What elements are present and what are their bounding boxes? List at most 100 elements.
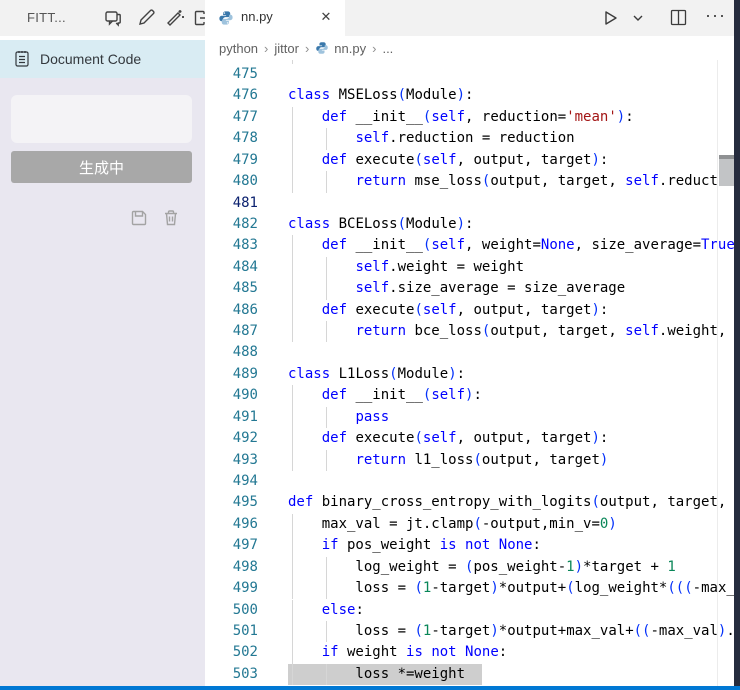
scrollbar-track bbox=[717, 60, 718, 686]
line-number: 497 bbox=[205, 535, 258, 556]
chevron-right-icon: › bbox=[264, 41, 268, 56]
code-line[interactable]: 478 self.reduction = reduction bbox=[205, 128, 734, 149]
edit-pencil-icon[interactable] bbox=[136, 8, 156, 28]
line-number: 498 bbox=[205, 557, 258, 578]
code-text: self.reduction = reduction bbox=[288, 128, 575, 149]
code-line[interactable]: 486 def execute(self, output, target): bbox=[205, 300, 734, 321]
code-line[interactable]: 497 if pos_weight is not None: bbox=[205, 535, 734, 556]
python-file-icon bbox=[218, 10, 234, 26]
code-text: return mse_loss(output, target, self.red… bbox=[288, 171, 734, 192]
code-line[interactable]: 477 def __init__(self, reduction='mean')… bbox=[205, 107, 734, 128]
code-line[interactable]: 496 max_val = jt.clamp(-output,min_v=0) bbox=[205, 514, 734, 535]
line-number: 483 bbox=[205, 235, 258, 256]
line-number: 490 bbox=[205, 385, 258, 406]
code-text: class MSELoss(Module): bbox=[288, 85, 473, 106]
editor-header: FITT... bbox=[0, 0, 740, 36]
code-text: else: bbox=[288, 600, 364, 621]
line-number: 500 bbox=[205, 600, 258, 621]
code-line[interactable]: 501 loss = (1-target)*output+max_val+((-… bbox=[205, 621, 734, 642]
code-text: loss = (1-target)*output+(log_weight*(((… bbox=[288, 578, 734, 599]
code-text: log_weight = (pos_weight-1)*target + 1 bbox=[288, 557, 676, 578]
code-line[interactable]: 493 return l1_loss(output, target) bbox=[205, 450, 734, 471]
code-line[interactable]: 488 bbox=[205, 342, 734, 363]
line-number: 491 bbox=[205, 407, 258, 428]
code-text: if weight is not None: bbox=[288, 642, 507, 663]
line-number: 494 bbox=[205, 471, 258, 492]
breadcrumb: python › jittor › nn.py › ... bbox=[205, 36, 734, 60]
code-editor[interactable]: 474 return (output-target).sqr().reduce(… bbox=[205, 60, 734, 686]
code-text: self.size_average = size_average bbox=[288, 278, 625, 299]
code-text: pass bbox=[288, 407, 389, 428]
code-line[interactable]: 498 log_weight = (pos_weight-1)*target +… bbox=[205, 557, 734, 578]
panel-title: Document Code bbox=[40, 51, 141, 67]
code-line[interactable]: 495 def binary_cross_entropy_with_logits(… bbox=[205, 492, 734, 513]
code-line[interactable]: 479 def execute(self, output, target): bbox=[205, 150, 734, 171]
comment-icon[interactable] bbox=[103, 8, 123, 28]
code-text: loss *=weight bbox=[288, 664, 465, 685]
code-line[interactable]: 475 bbox=[205, 64, 734, 85]
code-text: def execute(self, output, target): bbox=[288, 428, 608, 449]
code-line[interactable]: 482class BCELoss(Module): bbox=[205, 214, 734, 235]
generate-button[interactable]: 生成中 bbox=[11, 151, 192, 183]
code-line[interactable]: 481 bbox=[205, 193, 734, 214]
code-line[interactable]: 500 else: bbox=[205, 600, 734, 621]
code-line[interactable]: 489class L1Loss(Module): bbox=[205, 364, 734, 385]
code-text: return l1_loss(output, target) bbox=[288, 450, 608, 471]
trash-icon[interactable] bbox=[161, 208, 181, 228]
code-line[interactable]: 483 def __init__(self, weight=None, size… bbox=[205, 235, 734, 256]
line-number: 495 bbox=[205, 492, 258, 513]
more-actions-icon[interactable]: ··· bbox=[705, 6, 726, 24]
code-text: def __init__(self, weight=None, size_ave… bbox=[288, 235, 734, 256]
tab-nn-py[interactable]: nn.py ✕ bbox=[205, 0, 345, 36]
code-line[interactable]: 492 def execute(self, output, target): bbox=[205, 428, 734, 449]
code-line[interactable]: 491 pass bbox=[205, 407, 734, 428]
breadcrumb-item-file[interactable]: nn.py bbox=[334, 41, 366, 56]
line-number: 492 bbox=[205, 428, 258, 449]
code-line[interactable]: 499 loss = (1-target)*output+(log_weight… bbox=[205, 578, 734, 599]
split-editor-icon[interactable] bbox=[669, 8, 688, 27]
code-line[interactable]: 502 if weight is not None: bbox=[205, 642, 734, 663]
panel-body: 生成中 bbox=[0, 78, 205, 686]
line-number: 493 bbox=[205, 450, 258, 471]
code-line[interactable]: 487 return bce_loss(output, target, self… bbox=[205, 321, 734, 342]
line-number: 480 bbox=[205, 171, 258, 192]
line-number: 478 bbox=[205, 128, 258, 149]
code-line[interactable]: 480 return mse_loss(output, target, self… bbox=[205, 171, 734, 192]
line-number: 503 bbox=[205, 664, 258, 685]
line-number: 485 bbox=[205, 278, 258, 299]
code-line[interactable]: 503 loss *=weight bbox=[205, 664, 734, 685]
line-number: 477 bbox=[205, 107, 258, 128]
line-number: 481 bbox=[205, 193, 258, 214]
document-code-icon bbox=[14, 50, 30, 68]
breadcrumb-item-python[interactable]: python bbox=[219, 41, 258, 56]
line-number: 502 bbox=[205, 642, 258, 663]
line-number: 487 bbox=[205, 321, 258, 342]
code-text: def __init__(self): bbox=[288, 385, 482, 406]
line-number: 488 bbox=[205, 342, 258, 363]
tab-close-icon[interactable]: ✕ bbox=[317, 8, 335, 26]
code-text: max_val = jt.clamp(-output,min_v=0) bbox=[288, 514, 617, 535]
save-icon[interactable] bbox=[129, 208, 149, 228]
code-line[interactable]: 484 self.weight = weight bbox=[205, 257, 734, 278]
sidebar-panel: Document Code 生成中 bbox=[0, 36, 205, 686]
breadcrumb-item-jittor[interactable]: jittor bbox=[274, 41, 299, 56]
magic-wand-icon[interactable] bbox=[165, 8, 185, 28]
line-number: 496 bbox=[205, 514, 258, 535]
code-line[interactable]: 490 def __init__(self): bbox=[205, 385, 734, 406]
scrollbar-thumb[interactable] bbox=[719, 155, 734, 186]
run-dropdown-chevron-icon[interactable] bbox=[632, 13, 644, 23]
run-button[interactable] bbox=[600, 8, 620, 28]
chevron-right-icon: › bbox=[372, 41, 376, 56]
line-number: 482 bbox=[205, 214, 258, 235]
line-number: 479 bbox=[205, 150, 258, 171]
panel-header[interactable]: Document Code bbox=[0, 40, 205, 78]
code-line[interactable]: 476 class MSELoss(Module): bbox=[205, 85, 734, 106]
code-text: def binary_cross_entropy_with_logits(out… bbox=[288, 492, 734, 513]
prompt-input[interactable] bbox=[11, 95, 192, 143]
line-number: 476 bbox=[205, 85, 258, 106]
status-bar bbox=[0, 686, 740, 690]
right-edge-strip bbox=[734, 0, 740, 686]
code-line[interactable]: 494 bbox=[205, 471, 734, 492]
code-line[interactable]: 485 self.size_average = size_average bbox=[205, 278, 734, 299]
breadcrumb-item-symbol[interactable]: ... bbox=[382, 41, 393, 56]
